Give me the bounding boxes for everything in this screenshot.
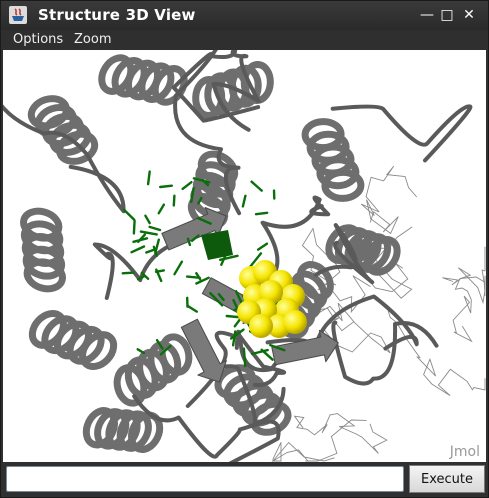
menu-bar: Options Zoom: [1, 30, 488, 50]
menu-options[interactable]: Options: [13, 32, 63, 47]
menu-zoom[interactable]: Zoom: [74, 32, 111, 47]
ligand-spheres: [237, 260, 307, 338]
maximize-button[interactable]: □: [439, 7, 455, 23]
structure-3d-window: Structure 3D View — □ ✕ Options Zoom Jmo…: [0, 0, 489, 498]
command-input[interactable]: [6, 466, 404, 492]
jmol-watermark: Jmol: [449, 444, 480, 460]
molecule-viewer-canvas[interactable]: Jmol: [3, 50, 486, 462]
protein-structure-render: [3, 50, 486, 462]
execute-button[interactable]: Execute: [409, 465, 485, 493]
java-app-icon: [9, 6, 27, 24]
minimize-button[interactable]: —: [419, 7, 435, 23]
title-bar[interactable]: Structure 3D View — □ ✕: [1, 1, 488, 30]
close-button[interactable]: ✕: [461, 7, 477, 23]
window-title: Structure 3D View: [38, 6, 196, 24]
